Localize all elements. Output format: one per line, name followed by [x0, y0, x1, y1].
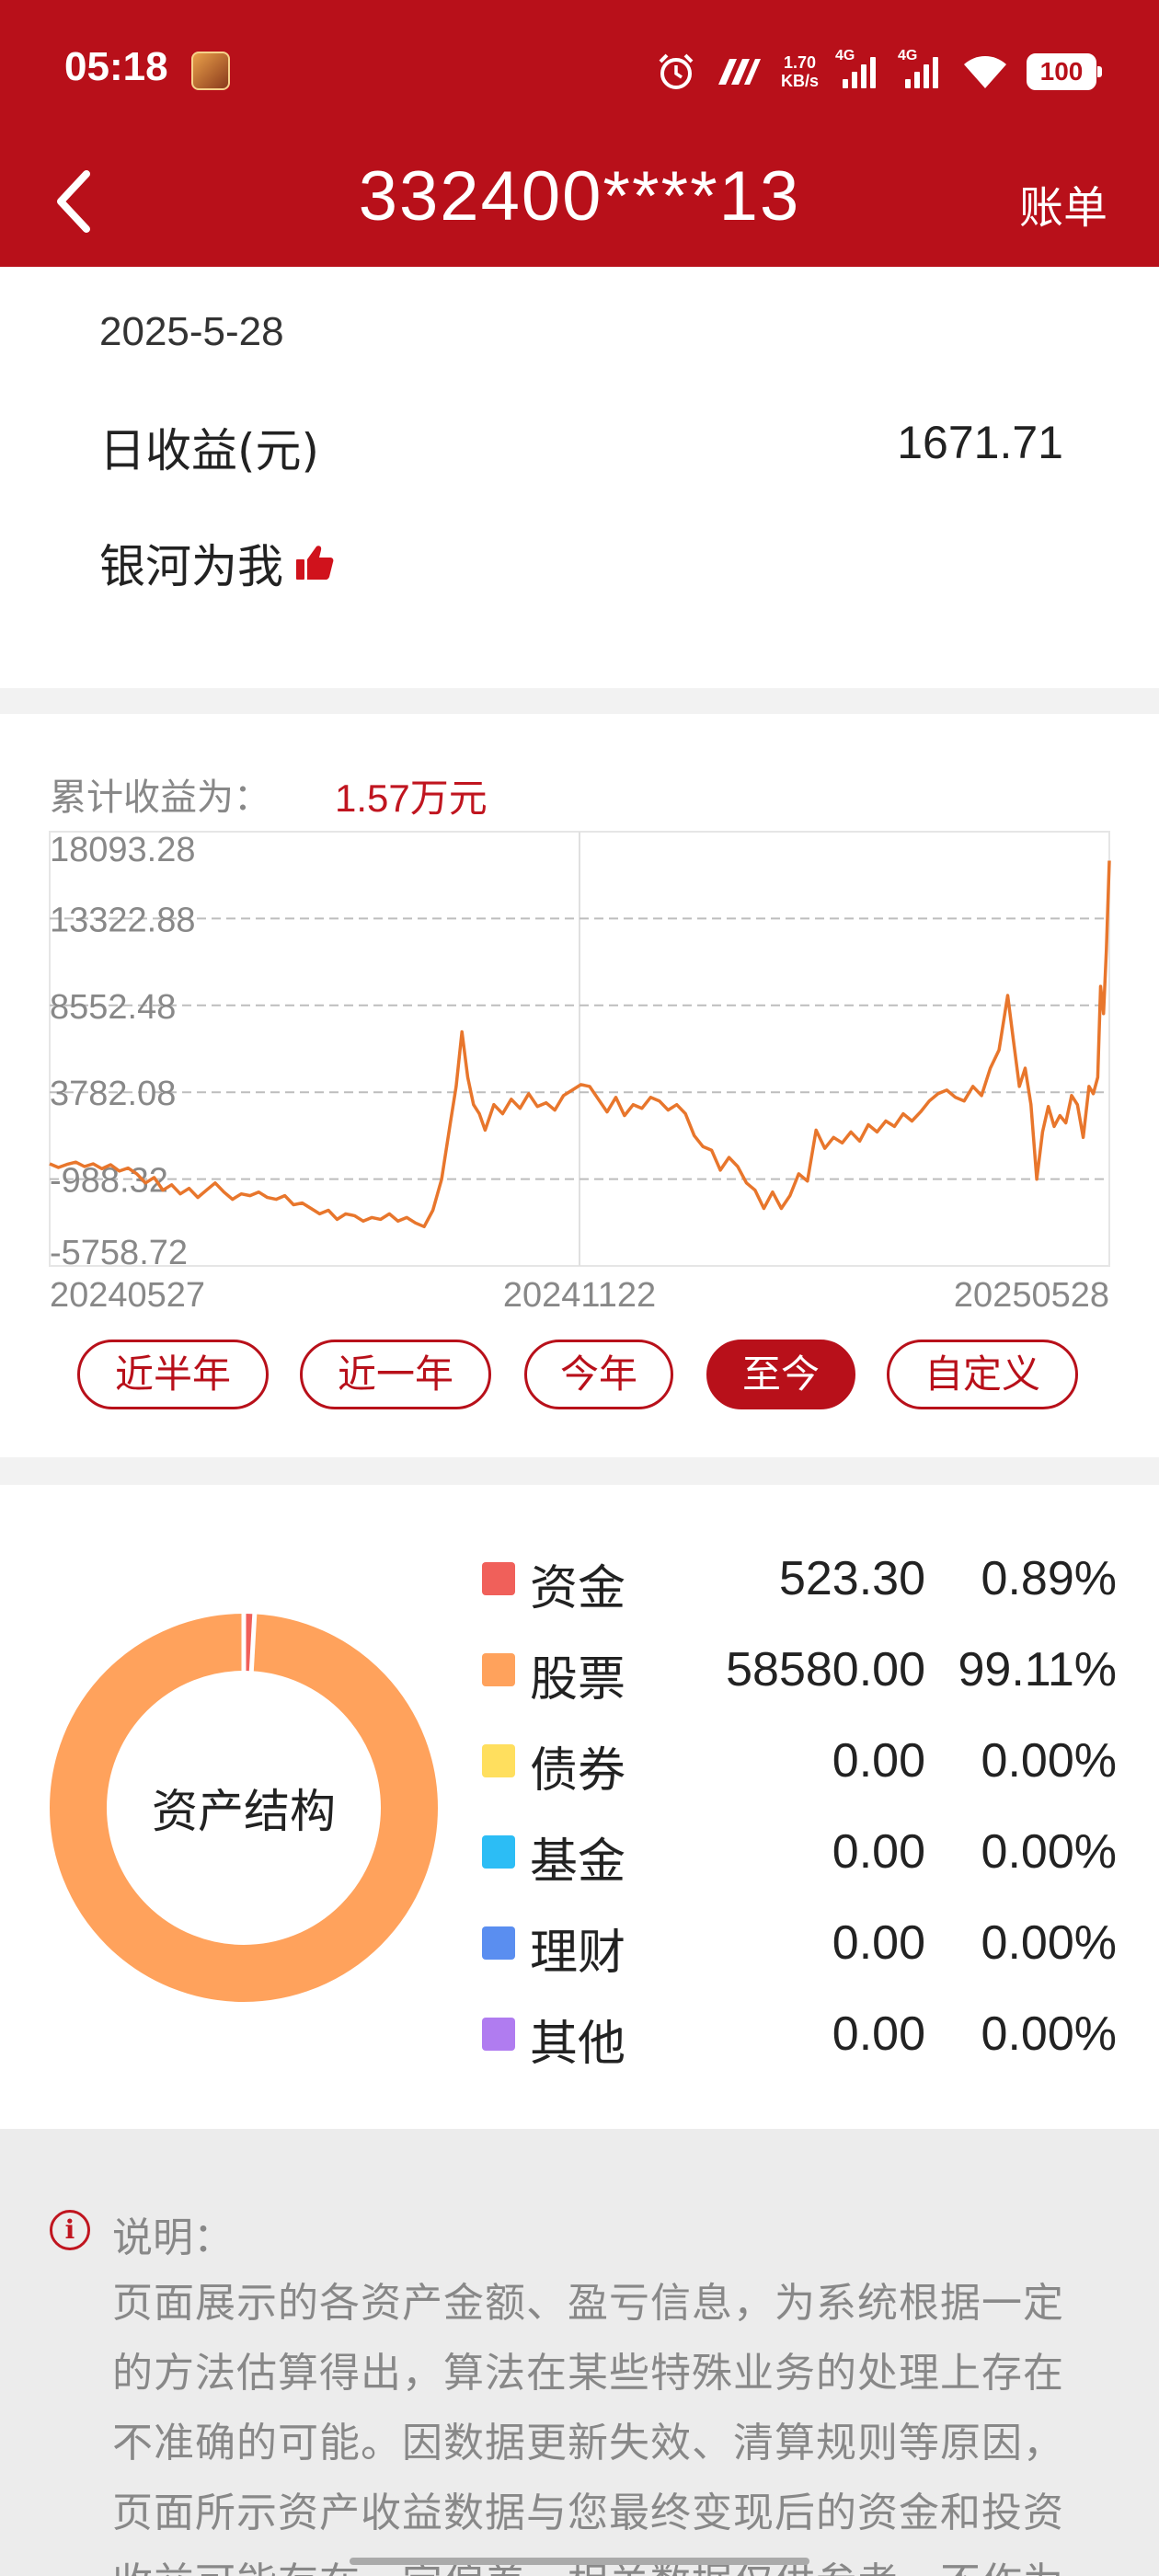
net-speed-unit: KB/s	[780, 72, 819, 90]
info-icon: i	[50, 2210, 90, 2250]
legend-swatch	[482, 1926, 515, 1960]
bill-button[interactable]: 账单	[1019, 171, 1107, 236]
summary-date: 2025-5-28	[99, 309, 284, 354]
signal-label: 4G	[835, 48, 855, 63]
battery-indicator: 100	[1027, 53, 1102, 90]
network-activity-icon	[717, 59, 761, 85]
signal-strength-icon: 4G	[835, 48, 881, 88]
range-button-3[interactable]: 至今	[706, 1340, 855, 1409]
asset-amount: 0.00	[832, 2007, 925, 2061]
wifi-icon	[964, 56, 1006, 88]
asset-amount: 0.00	[832, 1734, 925, 1788]
asset-name: 基金	[530, 1834, 626, 1890]
asset-legend-row: 其他 0.00 0.00%	[482, 1995, 1117, 2078]
status-bar: 05:18 1.70 KB/s 4G 4G 100	[0, 0, 1159, 143]
y-tick-label: 13322.88	[50, 901, 196, 939]
page-title: 332400****13	[358, 157, 801, 236]
asset-percent: 0.00%	[981, 1916, 1117, 1970]
legend-swatch	[482, 1562, 515, 1595]
range-button-2[interactable]: 今年	[524, 1340, 673, 1409]
y-tick-label: -5758.72	[50, 1234, 188, 1272]
income-line-chart: 18093.2813322.888552.483782.08-988.32-57…	[49, 831, 1111, 1315]
status-icons: 1.70 KB/s 4G 4G 100	[656, 48, 1102, 96]
status-time: 05:18	[64, 44, 168, 89]
asset-legend-row: 基金 0.00 0.00%	[482, 1813, 1117, 1896]
asset-amount: 523.30	[778, 1552, 925, 1605]
asset-percent: 0.89%	[981, 1552, 1117, 1605]
x-tick-label: 20241122	[503, 1276, 656, 1315]
donut-center-label: 资产结构	[152, 1785, 336, 1838]
signal-label-2: 4G	[898, 48, 918, 63]
asset-amount: 0.00	[832, 1825, 925, 1879]
asset-amount: 0.00	[832, 1916, 925, 1970]
daily-income-value: 1671.71	[897, 417, 1063, 468]
legend-swatch	[482, 1653, 515, 1686]
thumbs-up-icon	[296, 546, 334, 580]
range-button-1[interactable]: 近一年	[300, 1340, 491, 1409]
asset-legend-row: 资金 523.30 0.89%	[482, 1540, 1117, 1623]
y-tick-label: 3782.08	[50, 1075, 176, 1113]
range-button-4[interactable]: 自定义	[887, 1340, 1078, 1409]
cumulative-income-card: 累计收益为： 1.57万元 18093.28 13322.88 8552.48 378…	[0, 714, 1159, 1457]
asset-donut-chart: 资产结构	[46, 1610, 442, 2006]
range-button-0[interactable]: 近半年	[77, 1340, 269, 1409]
net-speed-value: 1.70	[783, 53, 817, 72]
legend-swatch	[482, 2018, 515, 2051]
y-tick-label: 18093.28	[50, 831, 196, 869]
asset-name: 股票	[530, 1652, 626, 1708]
alarm-icon	[659, 53, 694, 89]
asset-percent: 99.11%	[958, 1643, 1117, 1696]
asset-legend-row: 债券 0.00 0.00%	[482, 1722, 1117, 1805]
net-speed: 1.70 KB/s	[781, 53, 819, 90]
asset-amount: 58580.00	[726, 1643, 925, 1696]
asset-structure-card: 资产结构 资金 523.30 0.89% 股票 58580.00 99.11% 债券 0.00…	[0, 1485, 1159, 2129]
disclaimer-text: 页面展示的各资产金额、盈亏信息，为系统根据一定的方法估算得出，算法在某些特殊业务…	[112, 2280, 1064, 2576]
x-tick-label: 20250528	[954, 1276, 1109, 1315]
y-tick-label: 8552.48	[50, 988, 176, 1027]
asset-percent: 0.00%	[981, 1825, 1117, 1879]
x-tick-label: 20240527	[50, 1276, 205, 1315]
disclaimer-section: i 说明： 页面展示的各资产金额、盈亏信息，为系统根据一定的方法估算得出，算法在…	[0, 2129, 1159, 2576]
asset-name: 资金	[530, 1561, 626, 1616]
legend-swatch	[482, 1835, 515, 1869]
daily-summary-card: 2025-5-28 日收益(元) 1671.71 银河为我	[0, 267, 1159, 688]
asset-percent: 0.00%	[981, 1734, 1117, 1788]
galaxy-for-me-link[interactable]: 银河为我	[99, 530, 335, 596]
range-button-row: 近半年 近一年 今年 至今 自定义	[0, 1340, 1159, 1413]
app-header: 05:18 1.70 KB/s 4G 4G 100 332400****13 账…	[0, 0, 1159, 267]
asset-name: 理财	[530, 1926, 626, 1981]
asset-name: 其他	[530, 2017, 626, 2072]
home-indicator[interactable]	[350, 2558, 809, 2565]
galaxy-for-me-label: 银河为我	[99, 540, 283, 593]
asset-legend-row: 理财 0.00 0.00%	[482, 1904, 1117, 1987]
page-title-wrap: 332400****13	[0, 156, 1159, 236]
signal-strength-icon-2: 4G	[898, 48, 944, 88]
disclaimer-title: 说明：	[112, 2214, 234, 2261]
asset-name: 债券	[530, 1743, 626, 1799]
legend-swatch	[482, 1744, 515, 1777]
asset-percent: 0.00%	[981, 2007, 1117, 2061]
daily-income-label: 日收益(元)	[99, 424, 320, 477]
asset-legend-row: 股票 58580.00 99.11%	[482, 1631, 1117, 1714]
app-notification-icon	[191, 52, 230, 90]
